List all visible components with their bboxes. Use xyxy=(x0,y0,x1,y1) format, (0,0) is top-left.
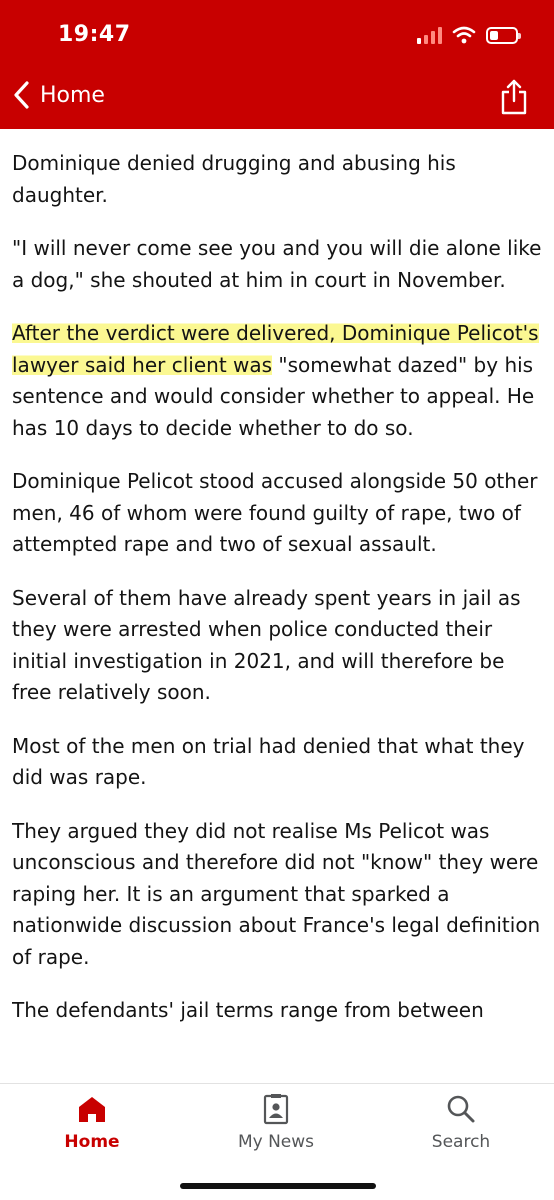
article-paragraph: Dominique denied drugging and abusing hi… xyxy=(12,151,456,207)
home-icon xyxy=(79,1097,105,1122)
article-paragraph: Most of the men on trial had denied that… xyxy=(12,733,525,790)
tab-my-news[interactable]: My News xyxy=(211,1092,341,1152)
wifi-icon xyxy=(452,26,476,44)
chevron-left-icon xyxy=(14,81,29,109)
article-body: Dominique denied drugging and abusing hi… xyxy=(12,148,542,1083)
share-icon xyxy=(501,79,527,115)
back-label: Home xyxy=(40,82,105,108)
tab-label: Home xyxy=(64,1132,120,1152)
share-button[interactable] xyxy=(500,78,528,121)
app-header: 19:47 Home xyxy=(0,0,554,129)
tab-home[interactable]: Home xyxy=(27,1092,157,1152)
battery-icon xyxy=(486,26,521,44)
article-paragraph: "I will never come see you and you will … xyxy=(12,236,542,292)
search-icon xyxy=(447,1095,475,1123)
bottom-tab-bar: Home My News Search xyxy=(0,1083,554,1200)
cellular-signal-icon xyxy=(417,26,442,44)
tab-search[interactable]: Search xyxy=(396,1092,526,1152)
article-paragraph: Several of them have already spent years… xyxy=(12,585,521,705)
back-button[interactable]: Home xyxy=(12,80,105,110)
my-news-icon xyxy=(263,1094,289,1125)
tab-label: Search xyxy=(431,1132,491,1152)
status-time: 19:47 xyxy=(58,22,131,47)
article-paragraph: They argued they did not realise Ms Peli… xyxy=(12,818,541,969)
article-paragraph-highlighted: After the verdict were delivered, Domini… xyxy=(12,318,542,444)
article-paragraph: Dominique Pelicot stood accused alongsid… xyxy=(12,469,538,556)
article-paragraph: The defendants' jail terms range from be… xyxy=(12,998,484,1022)
tab-label: My News xyxy=(237,1132,315,1152)
status-icons xyxy=(417,26,521,44)
home-indicator[interactable] xyxy=(180,1183,376,1189)
